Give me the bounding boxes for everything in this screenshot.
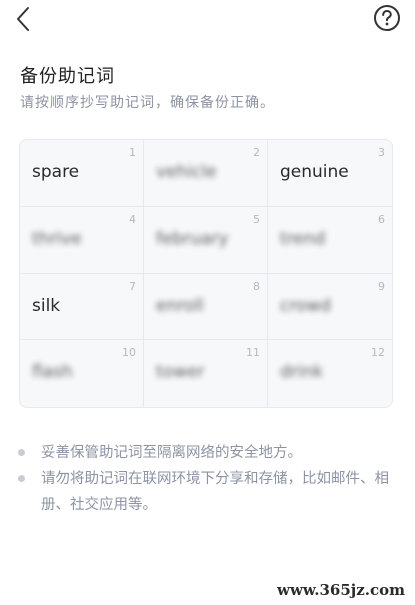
mnemonic-cell: 7 silk xyxy=(20,273,144,341)
word-index: 5 xyxy=(253,212,260,226)
chevron-left-icon xyxy=(17,7,29,31)
mnemonic-word: spare xyxy=(32,162,80,182)
tip-text: 请勿将助记词在联网环境下分享和存储，比如邮件、相册、社交应用等。 xyxy=(41,471,389,513)
word-index: 6 xyxy=(378,212,385,226)
tips-list: 妥善保管助记词至隔离网络的安全地方。 请勿将助记词在联网环境下分享和存储，比如邮… xyxy=(18,440,398,518)
mnemonic-cell: 10 flash xyxy=(20,340,144,407)
mnemonic-word: genuine xyxy=(280,162,349,182)
mnemonic-cell: 2 vehicle xyxy=(144,140,268,207)
page-subtitle: 请按顺序抄写助记词，确保备份正确。 xyxy=(20,95,275,111)
mnemonic-word: vehicle xyxy=(156,162,217,182)
mnemonic-cell: 3 genuine xyxy=(268,140,392,207)
word-index: 4 xyxy=(129,212,136,226)
word-index: 2 xyxy=(253,146,260,159)
word-index: 10 xyxy=(122,346,136,360)
mnemonic-word: thrive xyxy=(32,228,82,249)
bullet-icon xyxy=(18,475,25,482)
mnemonic-word: crowd xyxy=(280,295,332,316)
word-index: 7 xyxy=(129,279,136,293)
mnemonic-cell: 11 tower xyxy=(144,340,268,407)
word-index: 9 xyxy=(378,279,385,293)
watermark: www.365jz.com xyxy=(277,581,405,599)
question-circle-icon[interactable] xyxy=(373,4,401,32)
tip-item: 请勿将助记词在联网环境下分享和存储，比如邮件、相册、社交应用等。 xyxy=(18,466,398,518)
mnemonic-cell: 8 enroll xyxy=(144,273,268,341)
mnemonic-word: trend xyxy=(280,228,326,249)
mnemonic-grid: 1 spare 2 vehicle 3 genuine 4 thrive 5 f… xyxy=(19,139,393,408)
mnemonic-word: silk xyxy=(32,295,61,316)
mnemonic-cell: 1 spare xyxy=(20,140,144,207)
mnemonic-word: flash xyxy=(32,362,73,383)
bullet-icon xyxy=(18,449,25,456)
word-index: 12 xyxy=(371,346,385,360)
mnemonic-word: february xyxy=(156,228,229,249)
mnemonic-word: drink xyxy=(280,362,324,383)
mnemonic-word: tower xyxy=(156,362,205,383)
mnemonic-cell: 4 thrive xyxy=(20,206,144,274)
mnemonic-cell: 9 crowd xyxy=(268,274,392,341)
mnemonic-cell: 5 february xyxy=(144,206,268,274)
mnemonic-cell: 12 drink xyxy=(268,340,392,407)
tip-text: 妥善保管助记词至隔离网络的安全地方。 xyxy=(41,445,302,461)
word-index: 1 xyxy=(129,146,136,159)
word-index: 3 xyxy=(378,146,385,159)
mnemonic-word: enroll xyxy=(156,295,204,316)
tip-item: 妥善保管助记词至隔离网络的安全地方。 xyxy=(18,440,398,466)
mnemonic-cell: 6 trend xyxy=(268,207,392,274)
top-bar xyxy=(0,0,415,44)
back-button[interactable] xyxy=(8,4,38,34)
word-index: 11 xyxy=(246,346,260,360)
word-index: 8 xyxy=(253,279,260,293)
page-title: 备份助记词 xyxy=(20,66,115,87)
